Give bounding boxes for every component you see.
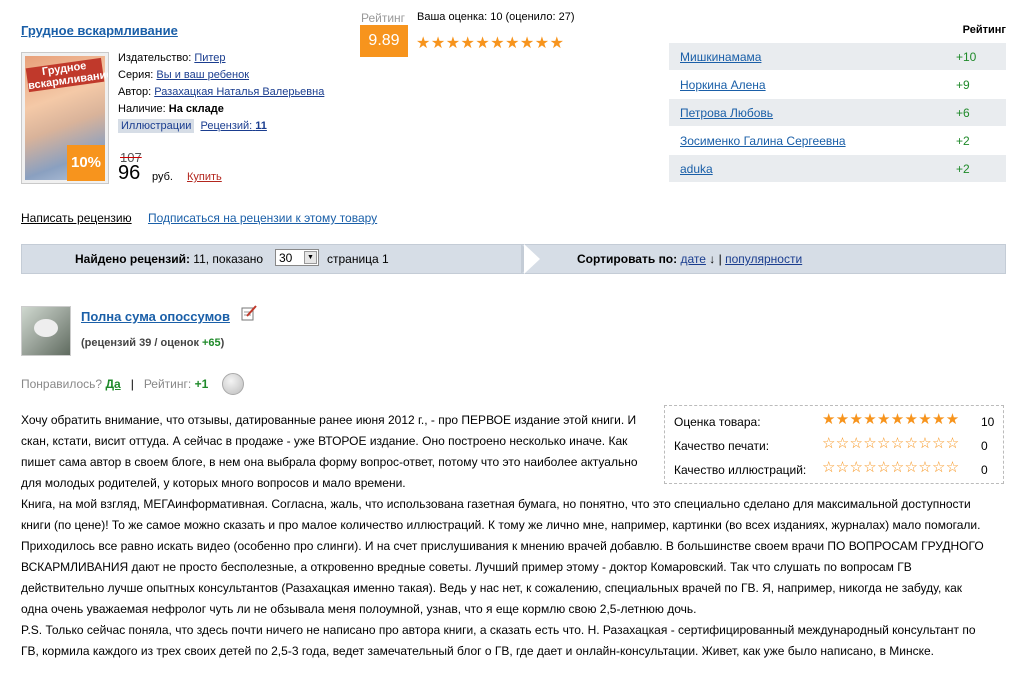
sort-controls: Сортировать по: дате ↓ | популярности (577, 252, 802, 266)
review-text-line: Книга, на мой взгляд, МЕГАинформативная.… (21, 497, 971, 511)
sort-arrow-icon: ↓ (709, 252, 716, 266)
avatar[interactable] (21, 306, 71, 356)
review-text-line: Приходилось все равно искать видео (особ… (21, 539, 984, 553)
author-row: Автор: Разахацкая Наталья Валерьевна (118, 84, 324, 101)
reviewer-link[interactable]: Мишкинамама (680, 50, 761, 64)
reviewer-link[interactable]: Норкина Алена (680, 78, 766, 92)
publisher-link[interactable]: Питер (194, 52, 225, 64)
per-page-value: 30 (279, 251, 293, 265)
stats-plus: +65 (202, 337, 221, 349)
table-row: Зосименко Галина Сергеевна +2 (669, 126, 1006, 154)
table-row: Мишкинамама +10 (669, 42, 1006, 70)
your-rating-text: Ваша оценка: 10 (оценило: 27) (417, 11, 575, 23)
sort-separator: | (718, 252, 722, 266)
rating-value-box: 9.89 (360, 25, 408, 57)
edit-note-icon[interactable] (241, 305, 257, 321)
subscribe-reviews-link[interactable]: Подписаться на рецензии к этому товару (148, 211, 377, 225)
per-page-select[interactable]: 30 ▼ (275, 249, 319, 266)
reviewer-link[interactable]: Зосименко Галина Сергеевна (680, 134, 846, 148)
series-label: Серия: (118, 69, 154, 81)
review-feedback: Понравилось? Да | Рейтинг: +1 (21, 377, 208, 391)
avatar-image (34, 319, 58, 337)
review-text-line: действительно лучше опытных консультанто… (21, 581, 963, 595)
author-label: Автор: (118, 86, 152, 98)
book-title-link[interactable]: Грудное вскармливание (21, 23, 178, 38)
currency-label: руб. (152, 171, 173, 183)
illustrations-tab[interactable]: Иллюстрации (118, 119, 195, 133)
reviewer-link[interactable]: aduka (680, 162, 713, 176)
reviews-tab[interactable]: Рецензий: 11 (200, 120, 266, 132)
reviewer-score: +6 (956, 105, 970, 120)
toolbar-divider-arrow (524, 244, 540, 274)
stats-prefix: (рецензий 39 / оценок (81, 337, 202, 349)
review-text-line: ВСКАРМЛИВАНИЯ дают не просто бесполезные… (21, 560, 912, 574)
feedback-separator: | (130, 377, 134, 391)
reviewer-score: +10 (956, 49, 977, 64)
review-text-line: одна очень уважаемая нефролог чуть ли не… (21, 602, 697, 616)
series-link[interactable]: Вы и ваш ребенок (156, 69, 249, 81)
rating-label: Рейтинг (361, 11, 406, 25)
thumbs-up-icon[interactable] (222, 373, 244, 395)
reviewer-link[interactable]: Петрова Любовь (680, 106, 773, 120)
table-row: aduka +2 (669, 154, 1006, 182)
write-review-link[interactable]: Написать рецензию (21, 211, 132, 225)
book-tabs: Иллюстрации Рецензий: 11 (118, 118, 267, 135)
stock-row: Наличие: На складе (118, 101, 224, 118)
publisher-label: Издательство: (118, 52, 192, 64)
review-text-line: книги (по цене)! То же самое можно сказа… (21, 518, 981, 532)
found-reviews-text: Найдено рецензий: 11, показано (75, 252, 263, 266)
review-text-line: скан, кстати, висит оттуда. А сейчас в п… (21, 434, 628, 448)
sort-label: Сортировать по: (577, 252, 678, 266)
review-author-stats: (рецензий 39 / оценок +65) (81, 337, 224, 349)
top-reviewers-header: Рейтинг (962, 24, 1006, 36)
chevron-down-icon[interactable]: ▼ (304, 251, 317, 264)
sort-by-popularity-link[interactable]: популярности (725, 252, 802, 266)
review-text-line: пишет сама автор в своем блоге, в нем он… (21, 455, 638, 469)
review-text-line: ГВ, кормила каждого из трех своих детей … (21, 644, 935, 658)
table-row: Норкина Алена +9 (669, 70, 1006, 98)
review-body: Хочу обратить внимание, что отзывы, дати… (21, 410, 1006, 662)
table-row: Петрова Любовь +6 (669, 98, 1006, 126)
top-reviewers-table: Рейтинг Мишкинамама +10 Норкина Алена +9… (669, 18, 1006, 182)
page-indicator: страница 1 (327, 252, 389, 266)
rating-stars-icon[interactable]: ★★★★★★★★★★ (416, 33, 564, 53)
publisher-row: Издательство: Питер (118, 50, 226, 67)
review-text-line: для молодых родителей, у которых много в… (21, 476, 406, 490)
buy-link[interactable]: Купить (187, 171, 222, 183)
liked-yes-link[interactable]: Да (105, 377, 120, 391)
stock-label: Наличие: (118, 103, 166, 115)
found-count: 11, показано (193, 252, 264, 266)
review-rating-label: Рейтинг: (143, 377, 192, 391)
review-rating-value: +1 (194, 377, 209, 391)
stats-suffix: ) (220, 337, 225, 349)
review-text-line: Хочу обратить внимание, что отзывы, дати… (21, 413, 637, 427)
discount-badge: 10% (67, 145, 105, 181)
reviews-tab-label: Рецензий: (200, 120, 253, 132)
reviewer-score: +9 (956, 77, 970, 92)
current-price: 96 (118, 162, 141, 184)
book-cover-image[interactable]: Грудное вскармливание 10% (21, 52, 109, 184)
stock-status: На складе (168, 103, 224, 115)
sort-by-date-link[interactable]: дате (680, 252, 705, 266)
author-link[interactable]: Разахацкая Наталья Валерьевна (154, 86, 324, 98)
reviews-count: 11 (255, 120, 267, 132)
series-row: Серия: Вы и ваш ребенок (118, 67, 249, 84)
found-label: Найдено рецензий: (75, 252, 190, 266)
review-text-line: P.S. Только сейчас поняла, что здесь поч… (21, 623, 976, 637)
review-author-link[interactable]: Полна сума опоссумов (81, 309, 230, 324)
reviewer-score: +2 (956, 133, 970, 148)
reviewer-score: +2 (956, 161, 970, 176)
liked-label: Понравилось? (21, 377, 103, 391)
